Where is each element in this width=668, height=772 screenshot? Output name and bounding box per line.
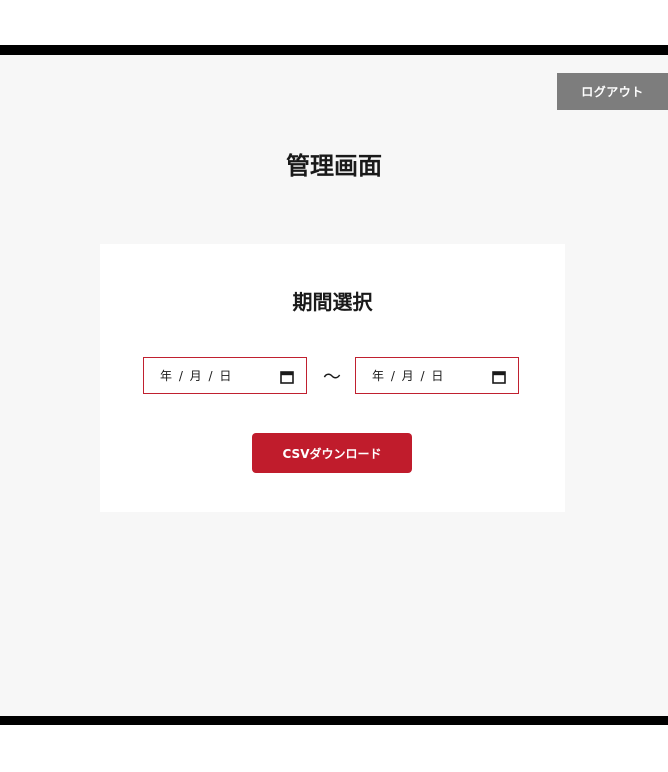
end-date-placeholder: 年 / 月 / 日 bbox=[372, 369, 445, 383]
bottom-frame-bar bbox=[0, 716, 668, 725]
admin-page: ログアウト 管理画面 期間選択 年 / 月 / 日 ～ 年 / 月 / 日 CS… bbox=[0, 55, 668, 716]
top-frame-bar bbox=[0, 45, 668, 55]
end-date-input[interactable]: 年 / 月 / 日 bbox=[355, 357, 519, 394]
calendar-icon[interactable] bbox=[280, 369, 294, 384]
csv-download-button[interactable]: CSVダウンロード bbox=[252, 433, 412, 473]
start-date-input[interactable]: 年 / 月 / 日 bbox=[143, 357, 307, 394]
page-title: 管理画面 bbox=[286, 152, 382, 180]
logout-button[interactable]: ログアウト bbox=[557, 73, 668, 110]
calendar-icon[interactable] bbox=[492, 369, 506, 384]
viewport: ログアウト 管理画面 期間選択 年 / 月 / 日 ～ 年 / 月 / 日 CS… bbox=[0, 0, 668, 772]
card-title: 期間選択 bbox=[292, 290, 373, 314]
start-date-placeholder: 年 / 月 / 日 bbox=[160, 369, 233, 383]
date-range-separator: ～ bbox=[323, 367, 341, 388]
period-selection-card: 期間選択 年 / 月 / 日 ～ 年 / 月 / 日 CSVダウンロード bbox=[100, 244, 565, 512]
